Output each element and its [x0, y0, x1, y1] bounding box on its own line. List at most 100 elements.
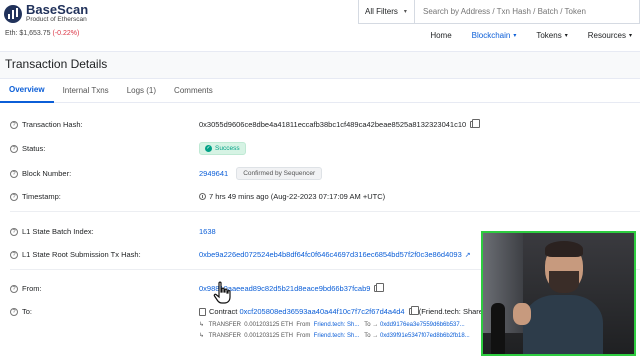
- search-input[interactable]: [415, 0, 639, 23]
- help-icon[interactable]: ?: [10, 144, 18, 153]
- brand-name: BaseScan: [26, 2, 89, 17]
- return-arrow-icon: ↳: [199, 322, 205, 328]
- transfer-to-link[interactable]: 0xd39f91e5347f07ed8b6b2fb18...: [380, 333, 470, 339]
- to-label: ? To:: [10, 307, 32, 316]
- to-value: Contract 0xcf205808ed36593aa40a44f10c7f7…: [199, 306, 483, 316]
- transfer-row: ↳ TRANSFER 0.001203125 ETH From Friend.t…: [199, 322, 465, 328]
- transfer-to-word: To: [364, 333, 371, 339]
- tab-comments[interactable]: Comments: [165, 79, 222, 103]
- chevron-down-icon: ▾: [403, 9, 407, 15]
- block-label: ? Block Number:: [10, 169, 71, 178]
- timestamp-text: 7 hrs 49 mins ago (Aug-22-2023 07:17:09 …: [209, 192, 386, 201]
- nav-home[interactable]: Home: [430, 31, 451, 40]
- status-badge: ✓ Success: [199, 142, 246, 155]
- hand-cursor-icon: [213, 281, 231, 304]
- transfer-amount: 0.001203125 ETH: [244, 333, 293, 339]
- l1-batch-value: 1638: [199, 227, 216, 236]
- transfer-label: TRANSFER: [208, 333, 241, 339]
- chevron-down-icon: ▾: [564, 33, 568, 39]
- nav-tokens-label: Tokens: [536, 31, 562, 40]
- confirmed-badge: Confirmed by Sequencer: [236, 167, 323, 180]
- copy-icon[interactable]: [374, 283, 385, 292]
- filter-label: All Filters: [365, 7, 398, 16]
- status-text: Success: [215, 145, 240, 152]
- to-contract-name: (Friend.tech: Share: [418, 307, 483, 316]
- eth-price-change: (-0.22%): [52, 30, 80, 37]
- eth-price-value: Eth: $1,653.75: [5, 30, 51, 37]
- search-bar: All Filters ▾: [358, 0, 640, 24]
- status-label-text: Status:: [22, 144, 46, 153]
- help-icon[interactable]: ?: [10, 284, 18, 293]
- to-prefix: Contract: [209, 307, 238, 316]
- microphone-icon: [491, 303, 505, 354]
- from-label-text: From:: [22, 284, 42, 293]
- transfer-row: ↳ TRANSFER 0.001203125 ETH From Friend.t…: [199, 333, 470, 339]
- presenter-hair: [545, 241, 583, 257]
- tab-overview[interactable]: Overview: [0, 79, 54, 103]
- page-title: Transaction Details: [5, 57, 108, 71]
- transfer-label: TRANSFER: [208, 322, 241, 328]
- webcam-overlay: [481, 231, 636, 356]
- transfer-to-link[interactable]: 0xdd9176ea3e7559d6b6b537...: [380, 322, 465, 328]
- l1-batch-link[interactable]: 1638: [199, 227, 216, 236]
- tx-hash-label-text: Transaction Hash:: [22, 120, 83, 129]
- filter-dropdown[interactable]: All Filters ▾: [359, 0, 415, 23]
- presenter-hand: [513, 303, 531, 325]
- tab-internal-txns[interactable]: Internal Txns: [54, 79, 118, 103]
- tab-logs[interactable]: Logs (1): [118, 79, 165, 103]
- nav-blockchain-label: Blockchain: [471, 31, 511, 40]
- timestamp-label-text: Timestamp:: [22, 192, 61, 201]
- block-label-text: Block Number:: [22, 169, 72, 178]
- nav-blockchain[interactable]: Blockchain ▾: [472, 31, 517, 40]
- tab-bar: Overview Internal Txns Logs (1) Comments: [0, 79, 640, 103]
- return-arrow-icon: ↳: [199, 333, 205, 339]
- transfer-from-link[interactable]: Friend.tech: Sh...: [314, 333, 360, 339]
- help-icon[interactable]: ?: [10, 250, 18, 259]
- to-label-text: To:: [22, 307, 33, 316]
- tx-hash-text: 0x3055d9606ce8dbe4a41811eccafb38bc1cf489…: [199, 120, 467, 129]
- eth-price: Eth: $1,653.75 (-0.22%): [5, 30, 79, 37]
- help-icon[interactable]: ?: [10, 192, 18, 201]
- help-icon[interactable]: ?: [10, 307, 18, 316]
- status-label: ? Status:: [10, 144, 45, 153]
- to-address-link[interactable]: 0xcf205808ed36593aa40a44f10c7f7c2f67d4a4…: [239, 307, 404, 316]
- presenter-beard: [549, 271, 579, 293]
- l1-root-link[interactable]: 0xbe9a226ed072524eb4b8df64fc0f646c4697d3…: [199, 250, 462, 259]
- divider: [10, 211, 640, 212]
- l1-root-label: ? L1 State Root Submission Tx Hash:: [10, 250, 141, 259]
- timestamp-label: ? Timestamp:: [10, 192, 61, 201]
- transfer-from-word: From: [296, 322, 311, 328]
- help-icon[interactable]: ?: [10, 169, 18, 178]
- nav-resources[interactable]: Resources ▾: [588, 31, 632, 40]
- l1-batch-label-text: L1 State Batch Index:: [22, 227, 94, 236]
- block-link[interactable]: 2949641: [199, 169, 228, 178]
- brand-logo[interactable]: BaseScan Product of Etherscan: [4, 3, 88, 24]
- tx-hash-value: 0x3055d9606ce8dbe4a41811eccafb38bc1cf489…: [199, 119, 481, 129]
- main-nav: Home Blockchain ▾ Tokens ▾ Resources ▾: [410, 31, 632, 40]
- help-icon[interactable]: ?: [10, 227, 18, 236]
- nav-home-label: Home: [430, 31, 452, 40]
- clock-icon: [199, 193, 206, 200]
- l1-batch-label: ? L1 State Batch Index:: [10, 227, 94, 236]
- check-circle-icon: ✓: [205, 145, 212, 152]
- status-value: ✓ Success: [199, 142, 246, 155]
- l1-root-value: 0xbe9a226ed072524eb4b8df64fc0f646c4697d3…: [199, 250, 471, 259]
- external-link-icon[interactable]: ↗: [465, 251, 471, 259]
- tx-hash-label: ? Transaction Hash:: [10, 120, 83, 129]
- brand-subtitle: Product of Etherscan: [26, 16, 87, 23]
- presenter-body: [523, 295, 603, 354]
- copy-icon[interactable]: [470, 119, 481, 128]
- transfer-from-link[interactable]: Friend.tech: Sh...: [314, 322, 360, 328]
- basescan-logo-icon: [4, 4, 22, 23]
- nav-tokens[interactable]: Tokens ▾: [536, 31, 567, 40]
- copy-icon[interactable]: [408, 306, 419, 315]
- chevron-down-icon: ▾: [513, 33, 517, 39]
- timestamp-value: 7 hrs 49 mins ago (Aug-22-2023 07:17:09 …: [199, 192, 385, 201]
- help-icon[interactable]: ?: [10, 120, 18, 129]
- transfer-to-word: To: [364, 322, 371, 328]
- transfer-from-word: From: [296, 333, 311, 339]
- chevron-down-icon: ▾: [628, 33, 632, 39]
- l1-root-label-text: L1 State Root Submission Tx Hash:: [22, 250, 141, 259]
- top-header: BaseScan Product of Etherscan Eth: $1,65…: [0, 0, 640, 52]
- transfer-amount: 0.001203125 ETH: [244, 322, 293, 328]
